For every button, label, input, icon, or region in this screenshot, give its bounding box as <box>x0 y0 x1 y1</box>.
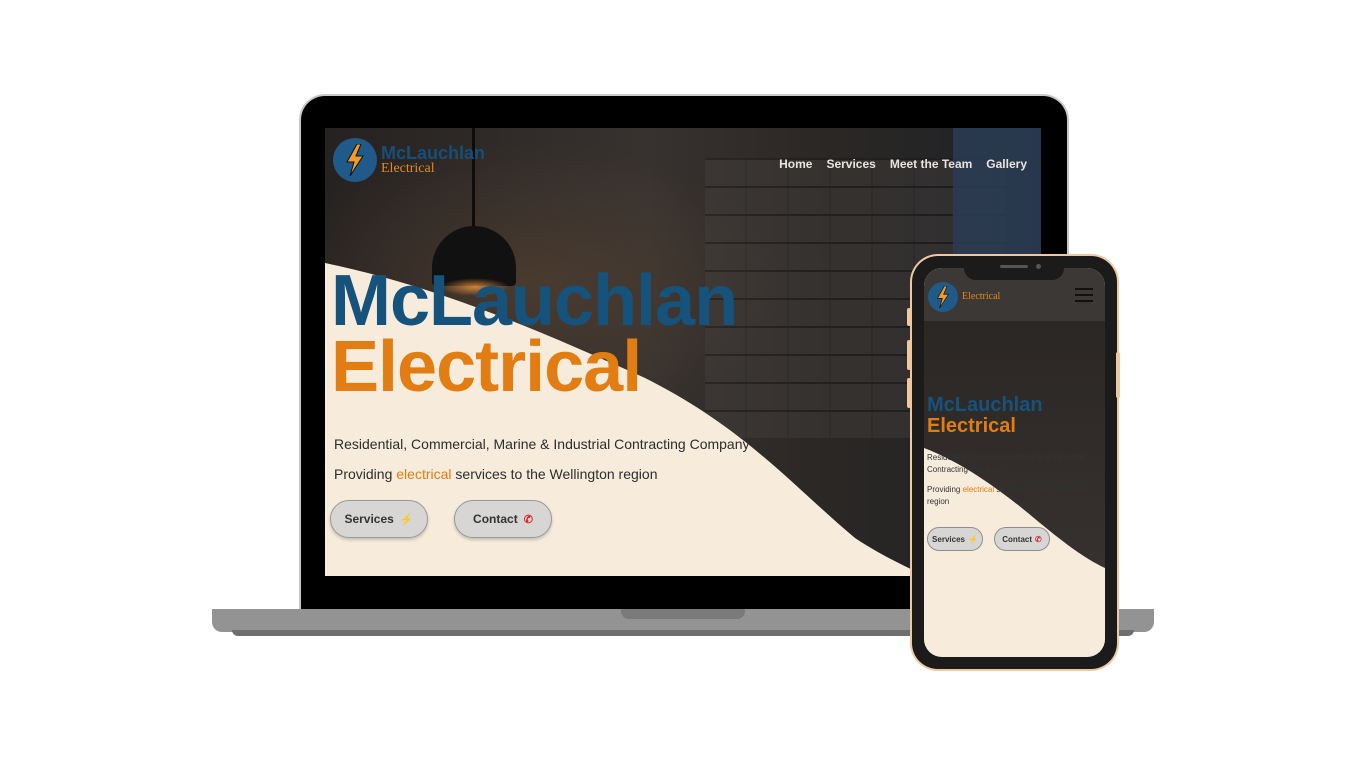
mobile-hero-title-line1: McLauchlan <box>927 394 1043 416</box>
laptop-notch <box>621 609 745 619</box>
mobile-hero-title: McLauchlan Electrical <box>927 395 1043 437</box>
phone-frame: Electrical McLauchlan Electrical Residen… <box>907 256 1120 669</box>
subline-prefix: Providing <box>334 466 393 482</box>
phone-camera <box>1036 264 1041 269</box>
hamburger-menu-icon[interactable] <box>1075 288 1093 302</box>
phone-power-button <box>1116 352 1120 398</box>
mobile-hero-title-line2: Electrical <box>927 415 1016 437</box>
mobile-contact-button-label: Contact <box>1002 534 1033 544</box>
logo-badge <box>333 138 377 182</box>
mobile-phone-icon: ✆ <box>1035 534 1042 544</box>
phone-mute-switch <box>907 308 911 326</box>
nav-home[interactable]: Home <box>779 157 812 171</box>
mobile-hero-subline: Providing electrical services to the Wel… <box>927 484 1105 508</box>
lightning-bolt-icon <box>346 144 364 176</box>
logo-wordmark: McLauchlan Electrical <box>381 144 485 176</box>
mobile-subline-accent: electrical <box>962 485 995 494</box>
hero-title-line2: Electrical <box>331 327 642 408</box>
hero-title: McLauchlan Electrical <box>331 261 738 408</box>
mobile-logo-badge <box>928 282 958 312</box>
site-logo[interactable]: McLauchlan Electrical <box>333 138 485 182</box>
phone-icon: ✆ <box>523 513 533 526</box>
hero-subline: Providing electrical services to the Wel… <box>334 466 657 482</box>
logo-name-top: McLauchlan <box>381 143 486 163</box>
lightning-icon: ⚡ <box>399 513 414 526</box>
mobile-website: Electrical McLauchlan Electrical Residen… <box>924 268 1105 657</box>
hero-title-line1: McLauchlan <box>331 261 738 341</box>
mobile-logo-wordmark: Electrical <box>962 292 1000 302</box>
contact-button-label: Contact <box>473 512 518 526</box>
mobile-site-logo[interactable]: Electrical <box>928 282 1000 312</box>
phone-volume-down <box>907 378 911 408</box>
mobile-contact-button[interactable]: Contact ✆ <box>994 527 1050 551</box>
contact-button[interactable]: Contact ✆ <box>454 500 552 538</box>
mobile-services-button[interactable]: Services ⚡ <box>927 527 983 551</box>
phone-notch <box>964 256 1064 280</box>
hero-tagline: Residential, Commercial, Marine & Indust… <box>334 436 750 452</box>
mobile-hero-tagline: Residential, Commercial, Marine & Indust… <box>927 453 1085 474</box>
phone-speaker <box>1000 265 1028 268</box>
nav-gallery[interactable]: Gallery <box>986 157 1027 171</box>
subline-suffix: services to the Wellington region <box>455 466 658 482</box>
mobile-lightning-bolt-icon <box>936 286 950 308</box>
mobile-services-button-label: Services <box>932 534 965 544</box>
mobile-logo-name-bottom: Electrical <box>962 291 1001 302</box>
mobile-subline-prefix: Providing <box>927 485 961 494</box>
logo-name-bottom: Electrical <box>381 161 435 176</box>
services-button-label: Services <box>344 512 394 526</box>
phone-volume-up <box>907 340 911 370</box>
services-button[interactable]: Services ⚡ <box>330 500 428 538</box>
subline-accent: electrical <box>396 466 452 482</box>
mobile-lightning-icon: ⚡ <box>967 534 978 544</box>
nav-services[interactable]: Services <box>826 157 875 171</box>
nav-meet-the-team[interactable]: Meet the Team <box>890 157 972 171</box>
main-nav: Home Services Meet the Team Gallery <box>779 157 1027 171</box>
